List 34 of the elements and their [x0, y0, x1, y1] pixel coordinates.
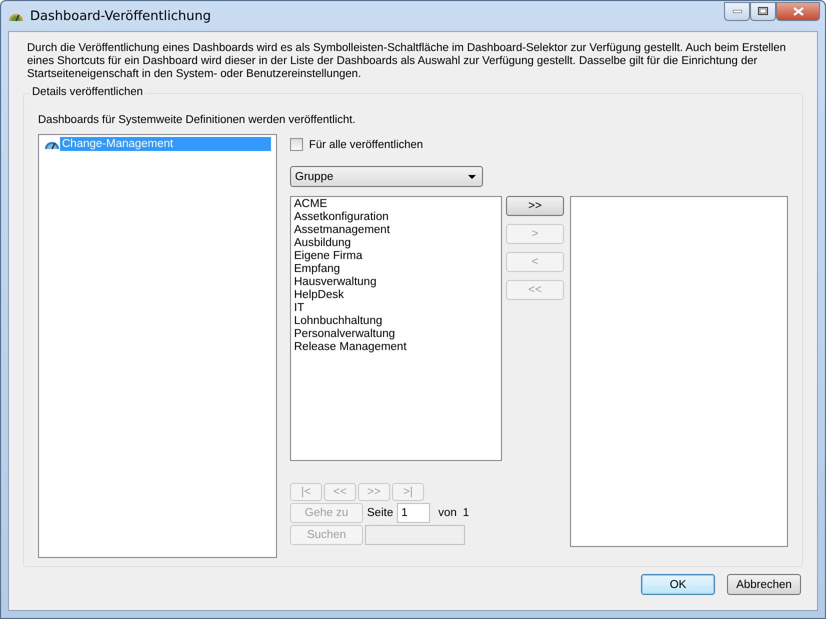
description-text: Durch die Veröffentlichung eines Dashboards wird es als Symbolleisten-Schaltfläche im Dashboard-Selektor zur Verfügung gestellt. Auch beim Erstellen eines Shortcuts für ein Dashboard wird dieser in der Liste der Dashboards als Auswahl zur Verfügung gestellt. Dasselbe gilt für die Einrichtung der Startseiteneigenschaft in den System- oder Benutzereinstellungen. [27, 42, 787, 81]
page-total: 1 [462, 507, 470, 519]
dialog-button[interactable]: Abbrechen [727, 574, 801, 595]
search-field[interactable] [365, 525, 465, 545]
maximize-icon [758, 7, 768, 15]
group-dropdown[interactable]: Gruppe [290, 166, 483, 187]
move-button[interactable]: >> [506, 196, 564, 216]
checkbox[interactable] [290, 138, 303, 151]
page-label: Seite [367, 507, 394, 519]
list-item[interactable]: Assetmanagement [294, 224, 498, 237]
list-item[interactable]: Hausverwaltung [294, 276, 498, 289]
page-field[interactable]: 1 [397, 503, 430, 523]
minimize-icon [732, 10, 742, 12]
list-item[interactable]: Release Management [294, 341, 498, 354]
close-icon [792, 6, 804, 16]
list-item[interactable]: Eigene Firma [294, 250, 498, 263]
checkbox-label[interactable]: Für alle veröffentlichen [309, 138, 424, 150]
minimize-button[interactable] [724, 2, 750, 20]
dialog-button[interactable]: OK [641, 574, 715, 595]
maximize-button[interactable] [750, 2, 776, 20]
window-title: Dashboard-Veröffentlichung [30, 8, 212, 24]
list-item[interactable]: Ausbildung [294, 237, 498, 250]
group-title: Details veröffentlichen [30, 86, 145, 98]
of-label: von [438, 507, 457, 519]
caret-icon [468, 174, 476, 178]
list-item[interactable]: IT [294, 302, 498, 315]
list-item[interactable]: Lohnbuchhaltung [294, 315, 498, 328]
list-item[interactable]: Personalverwaltung [294, 328, 498, 341]
list-item[interactable]: Assetkonfiguration [294, 211, 498, 224]
info-text: Dashboards für Systemweite Definitionen werden veröffentlicht. [38, 114, 357, 126]
list-item[interactable]: Empfang [294, 263, 498, 276]
list-item[interactable]: HelpDesk [294, 289, 498, 302]
list-item[interactable]: ACME [294, 198, 498, 211]
close-button[interactable] [776, 2, 820, 20]
